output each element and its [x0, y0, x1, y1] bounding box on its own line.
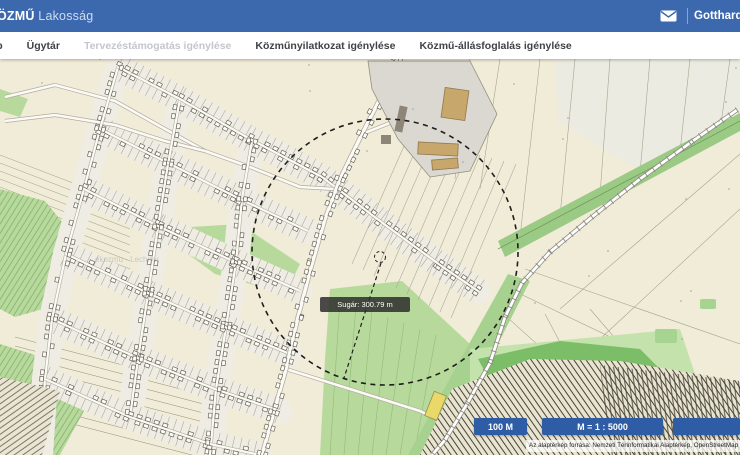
scale-bar-button[interactable]: 100 M	[474, 418, 527, 435]
envelope-icon	[660, 10, 677, 22]
logo-light-text: Lakosság	[38, 9, 93, 23]
main-nav: Kezdőlap Ügytár Tervezéstámogatás igényl…	[0, 32, 740, 59]
nav-item-ugytar[interactable]: Ügytár	[27, 40, 60, 52]
nav-item-tervezestamogatas[interactable]: Tervezéstámogatás igénylése	[84, 40, 231, 52]
user-menu[interactable]: Gotthard	[694, 10, 740, 22]
map-canvas[interactable]: ekozmu - Lechner	[0, 59, 740, 455]
scale-extra-button[interactable]	[673, 418, 740, 435]
topbar-divider	[687, 8, 688, 24]
scale-ratio-button[interactable]: M = 1 : 5000	[542, 418, 663, 435]
map-attribution: Az alaptérkép forrása: Nemzeti Térinform…	[526, 440, 740, 452]
logo-bold-text: ÖZMŰ	[0, 9, 35, 23]
mail-button[interactable]	[655, 0, 681, 32]
map-watermark: ekozmu - Lechner	[95, 255, 159, 264]
app-window: ÖZMŰ Lakosság Gotthard Kezdőlap Ügytár T…	[0, 0, 740, 455]
nav-item-kozmunyilatkozat[interactable]: Közműnyilatkozat igénylése	[255, 40, 395, 52]
radius-tooltip: Sugár: 300.79 m	[320, 297, 410, 312]
app-logo: ÖZMŰ Lakosság	[0, 9, 93, 23]
top-bar: ÖZMŰ Lakosság Gotthard	[0, 0, 740, 32]
nav-item-kezdolap[interactable]: Kezdőlap	[0, 40, 3, 52]
nav-item-kozmu-allasfoglalas[interactable]: Közmű-állásfoglalás igénylése	[419, 40, 571, 52]
